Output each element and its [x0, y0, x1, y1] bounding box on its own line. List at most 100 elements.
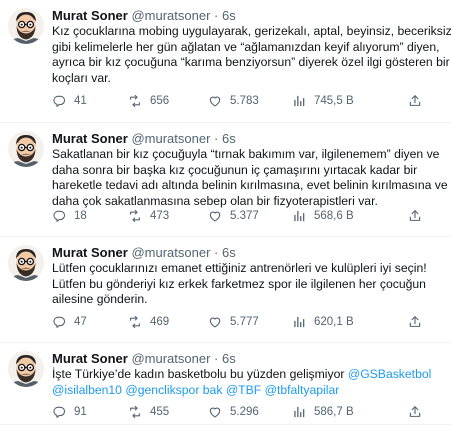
- author-name[interactable]: Murat Soner: [52, 351, 128, 366]
- reply-icon: [52, 405, 66, 419]
- reply-button[interactable]: 91: [52, 404, 87, 420]
- share-button[interactable]: [408, 93, 422, 109]
- text-segment: ailesine gönderin.: [52, 292, 148, 307]
- text-segment: Sakatlanan bir kız çocuğuyla “tırnak bak…: [52, 147, 440, 161]
- avatar[interactable]: [8, 245, 44, 281]
- views-bars-icon: [292, 94, 306, 108]
- avatar[interactable]: [8, 351, 44, 387]
- action-bar: 47 469 5.777 620,1 B: [52, 314, 444, 330]
- retweet-icon: [128, 94, 142, 108]
- like-count: 5.377: [230, 210, 259, 222]
- views-button[interactable]: 586,7 B: [292, 404, 354, 420]
- tweet-text: İşte Türkiye’de kadın basketbolu bu yüzd…: [52, 367, 444, 398]
- text-segment: İşte Türkiye’de kadın basketbolu bu yüzd…: [52, 367, 348, 381]
- share-button[interactable]: [408, 314, 422, 330]
- reply-count: 47: [74, 316, 87, 328]
- tweet[interactable]: Murat Soner @muratsoner · 6s Lütfen çocu…: [0, 237, 451, 343]
- text-segment: ayrıca bir kız çocuğuna “karıma benziyor…: [52, 55, 450, 70]
- view-count: 568,6 B: [314, 210, 354, 222]
- separator-dot: ·: [214, 8, 219, 23]
- tweet-text: Sakatlanan bir kız çocuğuyla “tırnak bak…: [52, 147, 448, 209]
- tweet-header: Murat Soner @muratsoner · 6s: [52, 244, 236, 261]
- heart-icon: [208, 94, 222, 108]
- tweet-header: Murat Soner @muratsoner · 6s: [52, 130, 236, 147]
- author-name[interactable]: Murat Soner: [52, 131, 128, 146]
- retweet-button[interactable]: 469: [128, 314, 169, 330]
- like-button[interactable]: 5.296: [208, 404, 259, 420]
- views-button[interactable]: 620,1 B: [292, 314, 354, 330]
- author-handle[interactable]: @muratsoner: [131, 8, 210, 23]
- author-name[interactable]: Murat Soner: [52, 8, 128, 23]
- tweet-text-line: Sakatlanan bir kız çocuğuyla “tırnak bak…: [52, 147, 444, 163]
- text-segment: daha çok sakatlanmasına sebep olan bir f…: [52, 193, 378, 208]
- text-segment: Kız çocuklarına mobing uygulayarak, geri…: [52, 24, 451, 38]
- author-handle[interactable]: @muratsoner: [131, 131, 210, 146]
- share-icon: [408, 94, 422, 108]
- text-segment: Lütfen bu gönderiyi kız erkek farketmez …: [52, 276, 426, 291]
- tweet-text-line: Lütfen bu gönderiyi kız erkek farketmez …: [52, 277, 444, 293]
- tweet-text-line: gibi kelimelerle her gün ağlatan ve “ağl…: [52, 40, 444, 56]
- author-handle[interactable]: @muratsoner: [131, 245, 210, 260]
- tweet-header: Murat Soner @muratsoner · 6s: [52, 7, 236, 24]
- views-button[interactable]: 745,5 B: [292, 93, 354, 109]
- tweet-text-line: Lütfen çocuklarınızı emanet ettiğiniz an…: [52, 261, 444, 277]
- reply-button[interactable]: 47: [52, 314, 87, 330]
- tweet-text-line: ayrıca bir kız çocuğuna “karıma benziyor…: [52, 55, 450, 71]
- timestamp[interactable]: 6s: [222, 245, 236, 260]
- avatar[interactable]: [8, 131, 44, 167]
- retweet-button[interactable]: 656: [128, 93, 169, 109]
- heart-icon: [208, 209, 222, 223]
- reply-button[interactable]: 18: [52, 208, 87, 224]
- retweet-count: 473: [150, 210, 170, 222]
- mention-link[interactable]: @tbfaltyapilar: [265, 383, 340, 397]
- timestamp[interactable]: 6s: [222, 351, 236, 366]
- mention-link[interactable]: @GSBasketbol: [348, 367, 432, 381]
- like-button[interactable]: 5.777: [208, 314, 259, 330]
- tweet-text: Kız çocuklarına mobing uygulayarak, geri…: [52, 24, 451, 87]
- share-icon: [408, 405, 422, 419]
- timestamp[interactable]: 6s: [222, 131, 236, 146]
- action-bar: 18 473 5.377 568,6 B: [52, 208, 444, 224]
- action-bar: 91 455 5.296 586,7 B: [52, 404, 444, 420]
- heart-icon: [208, 315, 222, 329]
- like-count: 5.783: [230, 95, 259, 107]
- like-button[interactable]: 5.377: [208, 208, 259, 224]
- share-button[interactable]: [408, 208, 422, 224]
- mention-link[interactable]: @isilalben10: [52, 383, 122, 397]
- reply-count: 41: [74, 95, 87, 107]
- author-name[interactable]: Murat Soner: [52, 245, 128, 260]
- like-button[interactable]: 5.783: [208, 93, 259, 109]
- tweet-text-line: İşte Türkiye’de kadın basketbolu bu yüzd…: [52, 367, 444, 383]
- author-handle[interactable]: @muratsoner: [131, 351, 210, 366]
- reply-count: 91: [74, 406, 87, 418]
- tweet-text-line: koçları var.: [52, 71, 444, 87]
- separator-dot: ·: [214, 245, 219, 260]
- mention-link[interactable]: @genclikspor bak: [125, 383, 222, 397]
- tweet[interactable]: Murat Soner @muratsoner · 6s Sakatlanan …: [0, 123, 451, 237]
- view-count: 620,1 B: [314, 316, 354, 328]
- reply-icon: [52, 209, 66, 223]
- mention-link[interactable]: @TBF: [226, 383, 261, 397]
- share-icon: [408, 315, 422, 329]
- retweet-count: 656: [150, 95, 170, 107]
- action-bar: 41 656 5.783 745,5 B: [52, 93, 444, 109]
- avatar[interactable]: [8, 8, 44, 44]
- separator-dot: ·: [214, 131, 219, 146]
- retweet-button[interactable]: 455: [128, 404, 169, 420]
- text-segment: gibi kelimelerle her gün ağlatan ve “ağl…: [52, 39, 440, 54]
- reply-button[interactable]: 41: [52, 93, 87, 109]
- timestamp[interactable]: 6s: [222, 8, 236, 23]
- retweet-icon: [128, 209, 142, 223]
- tweet-text-line: ailesine gönderin.: [52, 292, 444, 308]
- views-bars-icon: [292, 405, 306, 419]
- retweet-icon: [128, 405, 142, 419]
- retweet-button[interactable]: 473: [128, 208, 169, 224]
- views-bars-icon: [292, 209, 306, 223]
- tweet[interactable]: Murat Soner @muratsoner · 6s İşte Türkiy…: [0, 343, 451, 425]
- tweet[interactable]: Murat Soner @muratsoner · 6s Kız çocukla…: [0, 0, 451, 123]
- like-count: 5.296: [230, 406, 259, 418]
- views-button[interactable]: 568,6 B: [292, 208, 354, 224]
- share-button[interactable]: [408, 404, 422, 420]
- retweet-count: 455: [150, 406, 170, 418]
- views-bars-icon: [292, 315, 306, 329]
